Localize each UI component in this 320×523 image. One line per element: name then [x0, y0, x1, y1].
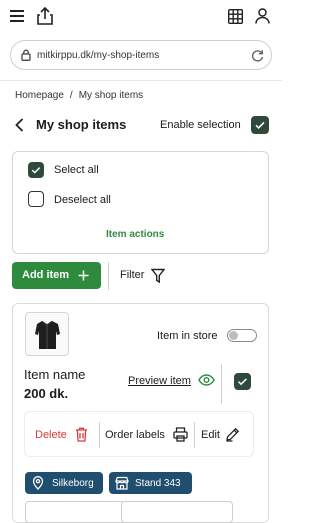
- action-divider: [99, 422, 100, 448]
- item-actions-bar: Delete Order labels Edit: [24, 411, 254, 457]
- delete-button[interactable]: Delete: [35, 422, 93, 448]
- card-divider: [221, 364, 222, 404]
- address-bar[interactable]: mitkirppu.dk/my-shop-items: [10, 40, 272, 70]
- toolbar-divider: [108, 262, 109, 290]
- back-chevron-icon[interactable]: [15, 118, 24, 132]
- toggle-knob: [229, 331, 238, 340]
- item-name: Item name: [24, 367, 86, 382]
- order-labels-button[interactable]: Order labels: [105, 422, 201, 448]
- grid-apps-icon[interactable]: [228, 9, 243, 24]
- item-select-checkbox[interactable]: [234, 373, 251, 390]
- jacket-image: [35, 320, 60, 349]
- delete-label: Delete: [35, 429, 67, 441]
- order-labels-label: Order labels: [105, 429, 165, 441]
- preview-item-link[interactable]: Preview item: [128, 375, 191, 387]
- item-card: Item in store Item name 200 dk. Preview …: [12, 303, 269, 523]
- in-store-toggle[interactable]: [227, 329, 257, 342]
- page-title: My shop items: [36, 117, 127, 132]
- stand-tag-label: Stand 343: [135, 478, 181, 489]
- tag-chip[interactable]: [121, 501, 233, 523]
- action-divider: [194, 422, 195, 448]
- location-tag-chip[interactable]: Silkeborg: [25, 472, 103, 494]
- breadcrumb-home[interactable]: Homepage: [15, 90, 64, 101]
- filter-button[interactable]: Filter: [116, 262, 172, 290]
- tag-chip[interactable]: [25, 501, 125, 523]
- add-item-label: Add item: [22, 269, 70, 281]
- item-in-store-label: Item in store: [157, 330, 218, 342]
- add-item-button[interactable]: Add item: [12, 262, 101, 289]
- filter-funnel-icon: [151, 268, 165, 284]
- deselect-all-checkbox[interactable]: [28, 191, 44, 207]
- enable-selection-checkbox[interactable]: [251, 116, 269, 134]
- account-user-icon[interactable]: [255, 8, 270, 24]
- stand-tag-chip[interactable]: Stand 343: [109, 472, 192, 494]
- item-price: 200 dk.: [24, 386, 69, 401]
- url-text: mitkirppu.dk/my-shop-items: [37, 50, 160, 61]
- eye-icon[interactable]: [198, 374, 215, 386]
- edit-label: Edit: [201, 429, 220, 441]
- enable-selection-label: Enable selection: [160, 119, 241, 131]
- checkmark-icon: [237, 378, 247, 386]
- plus-icon: [78, 270, 89, 281]
- select-all-label: Select all: [54, 164, 99, 176]
- storefront-icon: [115, 476, 129, 490]
- checkmark-icon: [255, 121, 265, 130]
- page-header: My shop items Enable selection: [0, 112, 282, 138]
- edit-button[interactable]: Edit: [199, 422, 245, 448]
- hamburger-menu-icon[interactable]: [10, 10, 24, 22]
- item-actions-link[interactable]: Item actions: [106, 229, 164, 240]
- selection-panel: Select all Deselect all Item actions: [12, 151, 269, 254]
- lock-icon: [21, 49, 31, 61]
- checkmark-icon: [31, 167, 41, 174]
- location-pin-icon: [32, 476, 44, 490]
- location-tag-label: Silkeborg: [52, 478, 94, 489]
- select-all-checkbox[interactable]: [28, 162, 44, 178]
- browser-toolbar: [0, 0, 282, 36]
- header-divider: [0, 80, 282, 81]
- breadcrumb-current: My shop items: [78, 90, 144, 101]
- trash-icon: [75, 427, 88, 442]
- reload-icon[interactable]: [251, 49, 264, 62]
- item-thumbnail[interactable]: [25, 312, 69, 356]
- printer-icon: [173, 427, 188, 442]
- pencil-icon: [225, 427, 240, 442]
- share-icon[interactable]: [37, 7, 53, 25]
- breadcrumb-separator: /: [69, 90, 73, 101]
- filter-label: Filter: [120, 269, 145, 281]
- breadcrumb: Homepage / My shop items: [15, 90, 143, 101]
- deselect-all-label: Deselect all: [54, 194, 111, 206]
